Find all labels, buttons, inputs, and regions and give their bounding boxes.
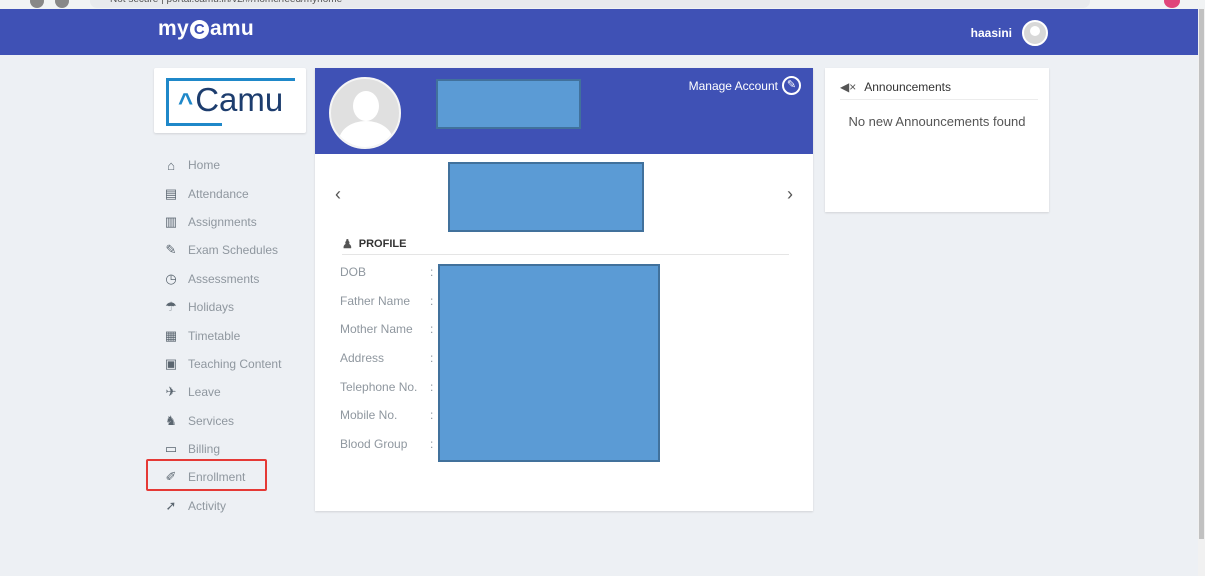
enrollment-highlight-box <box>146 459 267 491</box>
pencil-icon: ✎ <box>782 76 801 95</box>
avatar-body <box>339 121 393 147</box>
sidebar-item-teaching-content[interactable]: ▣ Teaching Content <box>164 350 314 378</box>
profile-field-label: Mobile No. <box>340 408 398 423</box>
announcements-empty-text: No new Announcements found <box>848 114 1026 129</box>
brand-c-icon: C <box>189 19 209 39</box>
leave-icon: ✈ <box>165 384 177 400</box>
billing-icon: ▭ <box>164 441 178 457</box>
profile-field-label: Address <box>340 351 385 366</box>
back-icon[interactable] <box>30 0 44 8</box>
user-avatar[interactable] <box>1022 20 1048 46</box>
browser-chrome: Not secure | portal.camu.in/v2/#/home/fe… <box>0 0 1205 9</box>
user-menu[interactable]: haasini <box>971 20 1048 46</box>
scrollbar-thumb[interactable] <box>1199 9 1204 539</box>
sidebar-item-label: Activity <box>188 498 227 513</box>
sidebar-item-label: Home <box>188 158 221 173</box>
profile-field: DOB: <box>340 258 433 287</box>
sidebar-item-holidays[interactable]: ☂ Holidays <box>164 293 314 321</box>
sidebar-item-label: Attendance <box>188 186 249 201</box>
assessments-icon: ◷ <box>165 270 177 286</box>
top-bar: my C amu haasini <box>0 9 1198 55</box>
sidebar-item-label: Holidays <box>188 300 235 315</box>
profile-field-label: Blood Group <box>340 436 408 451</box>
profile-field: Mother Name: <box>340 315 433 344</box>
sidebar-item-exam-schedules[interactable]: ✎ Exam Schedules <box>164 236 314 264</box>
address-bar[interactable]: Not secure | portal.camu.in/v2/#/home/fe… <box>90 0 1090 8</box>
profile-field-label: Telephone No. <box>340 379 418 394</box>
timetable-icon: ▦ <box>164 327 178 343</box>
avatar-head <box>353 91 379 121</box>
services-icon: ♞ <box>165 412 177 428</box>
sidebar-item-assessments[interactable]: ◷ Assessments <box>164 265 314 293</box>
attendance-icon: ▤ <box>164 185 178 201</box>
profile-field-separator: : <box>430 265 434 280</box>
sidebar-item-attendance[interactable]: ▤ Attendance <box>164 179 314 207</box>
profile-field: Blood Group: <box>340 430 433 459</box>
prev-arrow-icon[interactable]: ‹ <box>335 184 341 205</box>
holidays-icon: ☂ <box>165 299 177 315</box>
manage-account-label: Manage Account <box>688 78 778 93</box>
profile-field-separator: : <box>430 436 434 451</box>
exam-icon: ✎ <box>165 242 177 258</box>
sidebar-item-assignments[interactable]: ▥ Assignments <box>164 208 314 236</box>
camu-logo-card: ^Camu <box>154 68 306 133</box>
profile-section-title: ♟ PROFILE <box>342 233 789 255</box>
announcements-title: Announcements <box>864 79 951 94</box>
announcements-header: ◀× Announcements <box>840 74 1038 100</box>
sidebar-item-label: Billing <box>188 442 221 457</box>
profile-avatar[interactable] <box>329 77 401 149</box>
speaker-mute-icon: ◀× <box>840 79 857 94</box>
home-icon: ⌂ <box>167 157 175 173</box>
camu-logo: ^Camu <box>178 81 283 119</box>
sidebar-item-leave[interactable]: ✈ Leave <box>164 378 314 406</box>
manage-account-button[interactable]: Manage Account ✎ <box>689 76 801 95</box>
profile-field-separator: : <box>430 408 434 423</box>
profile-card: Manage Account ✎ ‹ › ♟ PROFILE DOB: Fathe… <box>315 68 813 511</box>
sidebar-item-label: Services <box>188 413 235 428</box>
brand-suffix: amu <box>209 17 255 40</box>
profile-fields: DOB: Father Name: Mother Name: Address: Tele… <box>340 258 433 458</box>
profile-field-separator: : <box>430 322 434 337</box>
next-arrow-icon[interactable]: › <box>787 184 793 205</box>
profile-field-label: Mother Name <box>340 322 413 337</box>
profile-header: Manage Account ✎ <box>315 68 813 154</box>
user-icon: ♟ <box>342 236 353 251</box>
profile-field: Address: <box>340 344 433 373</box>
sidebar-item-label: Assignments <box>188 214 257 229</box>
sidebar-item-label: Teaching Content <box>188 356 282 371</box>
brand-logo[interactable]: my C amu <box>158 17 254 41</box>
logo-caret: ^ <box>178 87 194 117</box>
sidebar-item-label: Exam Schedules <box>188 243 279 258</box>
profile-field: Mobile No.: <box>340 401 433 430</box>
profile-title-label: PROFILE <box>358 237 407 250</box>
profile-field: Father Name: <box>340 287 433 316</box>
activity-icon: ➚ <box>165 497 177 513</box>
profile-field-separator: : <box>430 379 434 394</box>
sidebar-item-label: Assessments <box>188 271 260 286</box>
profile-field-separator: : <box>430 351 434 366</box>
announcements-card: ◀× Announcements No new Announcements fo… <box>825 68 1049 212</box>
sidebar-item-timetable[interactable]: ▦ Timetable <box>164 321 314 349</box>
teaching-content-icon: ▣ <box>164 355 178 371</box>
sidebar-item-label: Leave <box>188 385 221 400</box>
profile-field-separator: : <box>430 293 434 308</box>
assignments-icon: ▥ <box>164 213 178 229</box>
logo-text: Camu <box>195 81 284 118</box>
sidebar-item-home[interactable]: ⌂ Home <box>164 151 314 179</box>
reload-icon[interactable] <box>55 0 69 8</box>
sidebar-item-activity[interactable]: ➚ Activity <box>164 492 314 520</box>
profile-field-label: Father Name <box>340 293 411 308</box>
redacted-name <box>436 79 581 129</box>
scrollbar[interactable] <box>1198 9 1205 576</box>
profile-field: Telephone No.: <box>340 372 433 401</box>
redacted-id <box>448 162 644 232</box>
profile-icon[interactable] <box>1164 0 1180 8</box>
redacted-details <box>438 264 660 462</box>
profile-field-label: DOB <box>340 265 367 280</box>
sidebar-item-label: Timetable <box>188 328 241 343</box>
brand-prefix: my <box>158 17 189 40</box>
username: haasini <box>970 26 1012 40</box>
sidebar-item-services[interactable]: ♞ Services <box>164 407 314 435</box>
